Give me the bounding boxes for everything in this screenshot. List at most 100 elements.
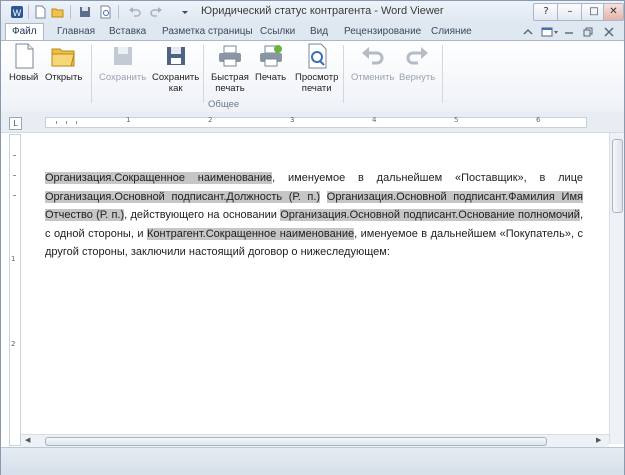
quick-print-button[interactable]: Быстрая печать bbox=[211, 43, 249, 94]
open-label: Открыть bbox=[45, 72, 83, 83]
document-text: , именуемое в дальнейшем «Поставщик», в … bbox=[272, 172, 583, 184]
save-as-button[interactable]: Сохранить как bbox=[152, 43, 199, 94]
word-viewer-window: W Юридический статус контрагента - Word … bbox=[0, 0, 625, 475]
tab-selector[interactable]: L bbox=[9, 117, 22, 130]
ruler-tick bbox=[13, 175, 16, 176]
print-preview-icon[interactable] bbox=[97, 4, 113, 20]
new-button[interactable]: Новый bbox=[9, 43, 38, 83]
scroll-right-icon[interactable]: ▶ bbox=[596, 436, 601, 444]
separator bbox=[442, 45, 443, 103]
save-icon[interactable] bbox=[77, 4, 93, 20]
save-button[interactable]: Сохранить bbox=[99, 43, 146, 83]
save-as-label-2: как bbox=[168, 83, 183, 94]
separator bbox=[70, 5, 71, 19]
vertical-scrollbar[interactable] bbox=[609, 133, 624, 444]
close-button[interactable]: ✕ bbox=[603, 3, 624, 21]
scroll-left-icon[interactable]: ◀ bbox=[25, 436, 30, 444]
ruler-number: 5 bbox=[454, 116, 459, 124]
merge-field[interactable]: Организация.Основной подписант.Должность… bbox=[45, 190, 321, 203]
save-icon bbox=[110, 43, 136, 69]
document-text bbox=[320, 191, 327, 203]
svg-text:W: W bbox=[13, 8, 22, 18]
open-folder-icon bbox=[51, 43, 77, 69]
print-preview-button[interactable]: Просмотр печати bbox=[295, 43, 338, 94]
horizontal-scroll-thumb[interactable] bbox=[45, 437, 547, 446]
print-button[interactable]: Печать bbox=[255, 43, 286, 83]
merge-field[interactable]: Организация.Сокращенное наименование bbox=[45, 172, 273, 184]
undo-icon bbox=[360, 43, 386, 69]
ruler-number: 3 bbox=[290, 116, 295, 124]
ruler-number: 2 bbox=[208, 116, 213, 124]
doc-minimize-icon[interactable] bbox=[564, 25, 574, 39]
open-folder-icon[interactable] bbox=[50, 4, 66, 20]
save-as-icon bbox=[163, 43, 189, 69]
merge-field[interactable]: Организация.Основной подписант.Основание… bbox=[280, 209, 580, 221]
undo-label: Отменить bbox=[351, 72, 395, 83]
separator bbox=[118, 5, 119, 19]
tab-page-layout[interactable]: Разметка страницы bbox=[156, 24, 259, 39]
title-bar: W Юридический статус контрагента - Word … bbox=[1, 1, 624, 23]
app-icon[interactable]: W bbox=[9, 4, 25, 20]
separator bbox=[343, 45, 344, 103]
new-label: Новый bbox=[9, 72, 39, 83]
printer-settings-icon bbox=[258, 43, 284, 69]
document-paragraph: Организация.Сокращенное наименование, им… bbox=[45, 169, 583, 262]
redo-button[interactable]: Вернуть bbox=[399, 43, 435, 83]
vertical-ruler[interactable]: 1 2 bbox=[9, 134, 21, 446]
document-page[interactable]: Организация.Сокращенное наименование, им… bbox=[21, 133, 609, 443]
print-preview-label-2: печати bbox=[301, 83, 332, 94]
ruler-tick bbox=[13, 155, 16, 156]
save-label: Сохранить bbox=[99, 72, 147, 83]
window-options-icon[interactable] bbox=[541, 25, 559, 39]
redo-icon[interactable] bbox=[148, 4, 164, 20]
ruler-number: 2 bbox=[11, 340, 16, 348]
separator bbox=[91, 45, 92, 103]
open-button[interactable]: Открыть bbox=[45, 43, 82, 83]
tab-view[interactable]: Вид bbox=[304, 24, 334, 39]
print-preview-label-1: Просмотр bbox=[295, 72, 339, 83]
tab-home[interactable]: Главная bbox=[51, 24, 101, 39]
ribbon-panel: Новый Открыть Сохранить Сохранить как Бы… bbox=[1, 40, 624, 113]
ribbon-minimize-icon[interactable] bbox=[523, 25, 533, 39]
redo-label: Вернуть bbox=[399, 72, 436, 83]
ruler-number: 1 bbox=[126, 116, 131, 124]
customize-arrow-icon[interactable] bbox=[177, 4, 193, 20]
save-as-label-1: Сохранить bbox=[152, 72, 200, 83]
merge-field[interactable]: Контрагент.Сокращенное наименование bbox=[146, 227, 355, 240]
help-button[interactable]: ? bbox=[533, 3, 559, 21]
ruler-number: 4 bbox=[372, 116, 377, 124]
quick-print-label-1: Быстрая bbox=[211, 72, 249, 83]
doc-restore-icon[interactable] bbox=[583, 25, 593, 39]
tab-review[interactable]: Рецензирование bbox=[338, 24, 427, 39]
ruler-number: 1 bbox=[11, 255, 16, 263]
ruler-tick bbox=[76, 121, 77, 124]
vertical-scroll-thumb[interactable] bbox=[612, 139, 623, 213]
separator bbox=[28, 5, 29, 19]
horizontal-scrollbar[interactable]: ◀ ▶ bbox=[21, 434, 609, 447]
redo-icon bbox=[404, 43, 430, 69]
tab-file[interactable]: Файл bbox=[5, 23, 44, 41]
tab-mail-merge[interactable]: Слияние bbox=[425, 24, 478, 39]
tab-references[interactable]: Ссылки bbox=[254, 24, 301, 39]
tab-insert[interactable]: Вставка bbox=[103, 24, 152, 39]
document-text: , действующего на основании bbox=[124, 209, 281, 221]
quick-print-label-2: печать bbox=[215, 83, 245, 94]
new-doc-icon bbox=[11, 43, 37, 69]
ribbon-tabs: Файл Главная Вставка Разметка страницы С… bbox=[1, 23, 624, 41]
ruler-tick bbox=[13, 195, 16, 196]
new-doc-icon[interactable] bbox=[32, 4, 48, 20]
ruler-tick bbox=[56, 121, 57, 124]
window-title: Юридический статус контрагента - Word Vi… bbox=[201, 5, 444, 17]
printer-icon bbox=[217, 43, 243, 69]
group-label-general: Общее bbox=[208, 99, 240, 110]
print-preview-icon bbox=[304, 43, 330, 69]
ruler-number: 6 bbox=[536, 116, 541, 124]
separator bbox=[203, 45, 204, 103]
undo-button[interactable]: Отменить bbox=[351, 43, 394, 83]
undo-icon[interactable] bbox=[127, 4, 143, 20]
ruler-bar: L 1 2 3 4 5 6 bbox=[1, 112, 624, 133]
minimize-button[interactable]: – bbox=[557, 3, 583, 21]
doc-close-icon[interactable] bbox=[604, 25, 614, 39]
horizontal-ruler[interactable]: 1 2 3 4 5 6 bbox=[45, 116, 587, 128]
ruler-tick bbox=[66, 121, 67, 124]
